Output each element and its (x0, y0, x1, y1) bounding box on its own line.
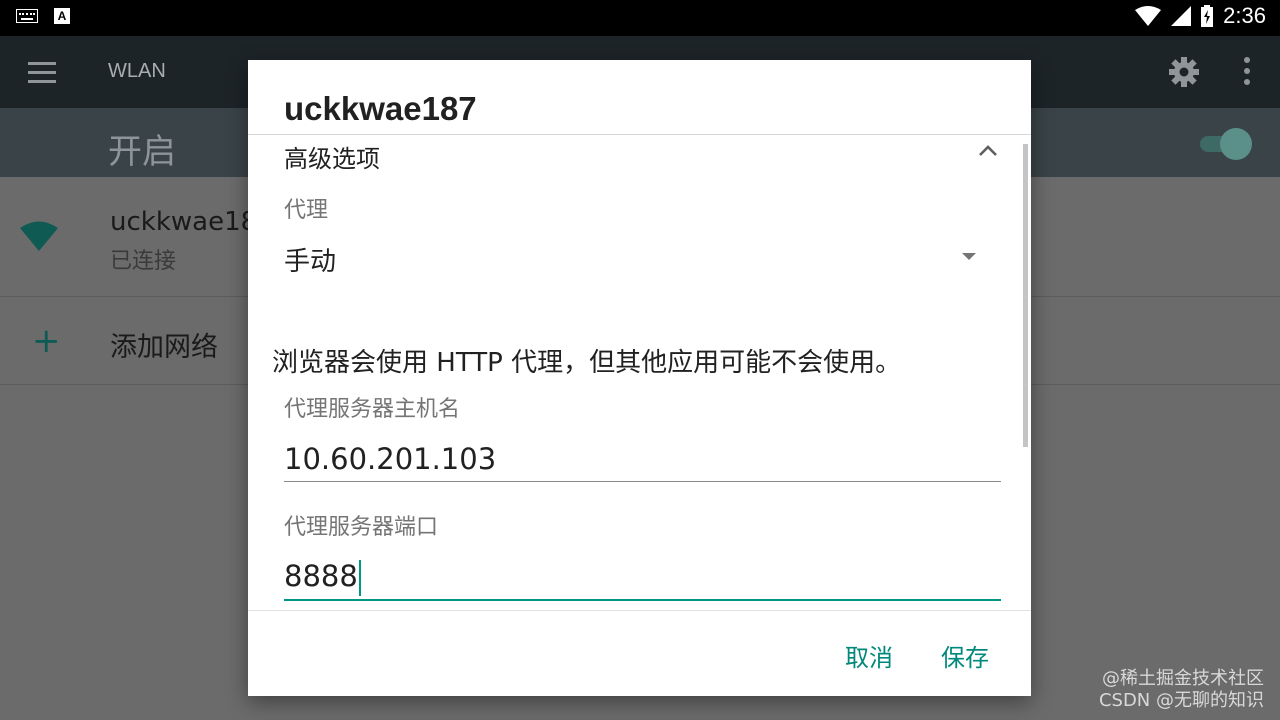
keyboard-icon (16, 9, 38, 23)
status-right: 2:36 (1135, 3, 1266, 29)
hamburger-menu-icon[interactable] (28, 61, 56, 83)
wifi-full-icon (20, 221, 58, 251)
dialog-scrollbar[interactable] (1023, 144, 1028, 447)
watermark-line-1: @稀土掘金技术社区 (1102, 668, 1264, 689)
proxy-port-input[interactable]: 8888 (284, 555, 1001, 601)
wifi-signal-icon (1135, 6, 1162, 26)
network-status: 已连接 (110, 249, 177, 274)
dialog-title: uckkwae187 (284, 90, 477, 127)
dropdown-arrow-icon[interactable] (962, 253, 976, 260)
cancel-button[interactable]: 取消 (845, 638, 893, 673)
status-left: A (16, 8, 70, 24)
app-bar-title: WLAN (108, 60, 166, 82)
proxy-port-value: 8888 (284, 559, 361, 596)
wlan-toggle[interactable] (1200, 128, 1252, 160)
gear-icon[interactable] (1168, 56, 1200, 88)
watermark-line-2: CSDN @无聊的知识 (1098, 690, 1264, 711)
overflow-menu-icon[interactable] (1236, 56, 1258, 86)
proxy-host-input[interactable] (284, 437, 1001, 482)
cell-signal-icon (1171, 6, 1192, 26)
port-text: 8888 (284, 559, 358, 593)
watermark: @稀土掘金技术社区 CSDN @无聊的知识 (1099, 668, 1264, 712)
advanced-options-label[interactable]: 高级选项 (284, 139, 380, 174)
proxy-select[interactable]: 手动 (284, 241, 336, 278)
toggle-thumb (1220, 128, 1252, 160)
status-bar: A 2:36 (0, 0, 1280, 36)
dialog-scroll-area[interactable]: 高级选项 代理 手动 浏览器会使用 HTTP 代理，但其他应用可能不会使用。 代… (248, 135, 1031, 610)
battery-charging-icon (1201, 5, 1214, 27)
dialog-divider-bottom (248, 610, 1031, 611)
add-network-label: 添加网络 (110, 332, 218, 363)
chevron-up-icon[interactable] (978, 143, 998, 157)
plus-icon: + (32, 321, 61, 361)
a-notification-icon: A (54, 8, 70, 24)
proxy-port-label: 代理服务器端口 (284, 515, 439, 540)
network-config-dialog: uckkwae187 高级选项 代理 手动 浏览器会使用 HTTP 代理，但其他… (248, 60, 1031, 696)
switch-bar-label: 开启 (108, 132, 176, 172)
text-cursor (358, 560, 361, 596)
proxy-warning-text: 浏览器会使用 HTTP 代理，但其他应用可能不会使用。 (272, 348, 902, 378)
proxy-label: 代理 (284, 198, 329, 223)
proxy-host-label: 代理服务器主机名 (284, 397, 461, 422)
status-time: 2:36 (1223, 3, 1266, 28)
save-button[interactable]: 保存 (941, 638, 989, 673)
